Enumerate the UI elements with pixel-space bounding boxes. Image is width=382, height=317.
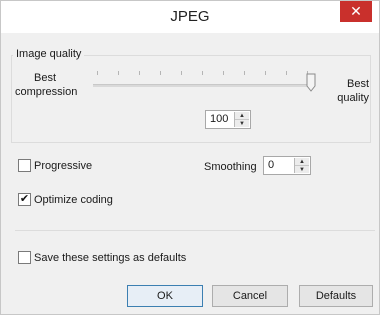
close-icon: ✕	[350, 3, 362, 19]
quality-increment-icon[interactable]: ▲	[235, 112, 249, 120]
slider-tick	[139, 71, 140, 75]
best-compression-line1: Best	[33, 72, 56, 84]
quality-value[interactable]: 100	[210, 113, 228, 125]
separator	[15, 230, 375, 231]
smoothing-spin-arrows: ▲ ▼	[294, 158, 309, 173]
slider-tick	[160, 71, 161, 75]
smoothing-increment-icon[interactable]: ▲	[295, 158, 309, 166]
save-defaults-label: Save these settings as defaults	[34, 251, 187, 264]
slider-tick	[286, 71, 287, 75]
optimize-coding-checkbox[interactable]: ✔ Optimize coding	[18, 193, 113, 206]
image-quality-label: Image quality	[13, 48, 85, 60]
best-quality-line1: Best	[346, 78, 369, 90]
ok-button[interactable]: OK	[127, 285, 203, 307]
slider-tick	[265, 71, 266, 75]
smoothing-value[interactable]: 0	[268, 159, 274, 171]
best-compression-line2: compression	[15, 86, 78, 98]
save-defaults-checkbox[interactable]: Save these settings as defaults	[18, 251, 186, 264]
progressive-checkbox[interactable]: Progressive	[18, 159, 92, 172]
close-button[interactable]: ✕	[340, 1, 372, 22]
optimize-coding-label: Optimize coding	[34, 193, 113, 206]
save-defaults-checkbox-box[interactable]	[18, 251, 31, 264]
smoothing-spinbox[interactable]: 0 ▲ ▼	[263, 156, 311, 175]
title-bar: JPEG ✕	[1, 1, 379, 33]
cancel-button[interactable]: Cancel	[212, 285, 288, 307]
smoothing-label: Smoothing	[204, 161, 257, 173]
smoothing-decrement-icon[interactable]: ▼	[295, 166, 309, 174]
best-compression-label: Best compression	[15, 71, 78, 99]
best-quality-label: Best quality	[329, 77, 369, 105]
optimize-coding-checkbox-box[interactable]: ✔	[18, 193, 31, 206]
jpeg-dialog: JPEG ✕ Image quality Best compression Be…	[0, 0, 380, 315]
quality-spinbox[interactable]: 100 ▲ ▼	[205, 110, 251, 129]
defaults-button[interactable]: Defaults	[299, 285, 373, 307]
quality-spin-arrows: ▲ ▼	[234, 112, 249, 127]
quality-decrement-icon[interactable]: ▼	[235, 120, 249, 128]
slider-tick	[202, 71, 203, 75]
progressive-label: Progressive	[34, 159, 93, 172]
slider-tick	[118, 71, 119, 75]
best-quality-line2: quality	[337, 92, 369, 104]
dialog-title: JPEG	[170, 8, 210, 25]
quality-slider-track[interactable]	[93, 84, 313, 87]
slider-tick	[181, 71, 182, 75]
slider-tick	[244, 71, 245, 75]
image-quality-group	[11, 55, 371, 143]
quality-slider-thumb[interactable]	[306, 73, 316, 92]
slider-tick	[97, 71, 98, 75]
slider-tick	[223, 71, 224, 75]
progressive-checkbox-box[interactable]	[18, 159, 31, 172]
